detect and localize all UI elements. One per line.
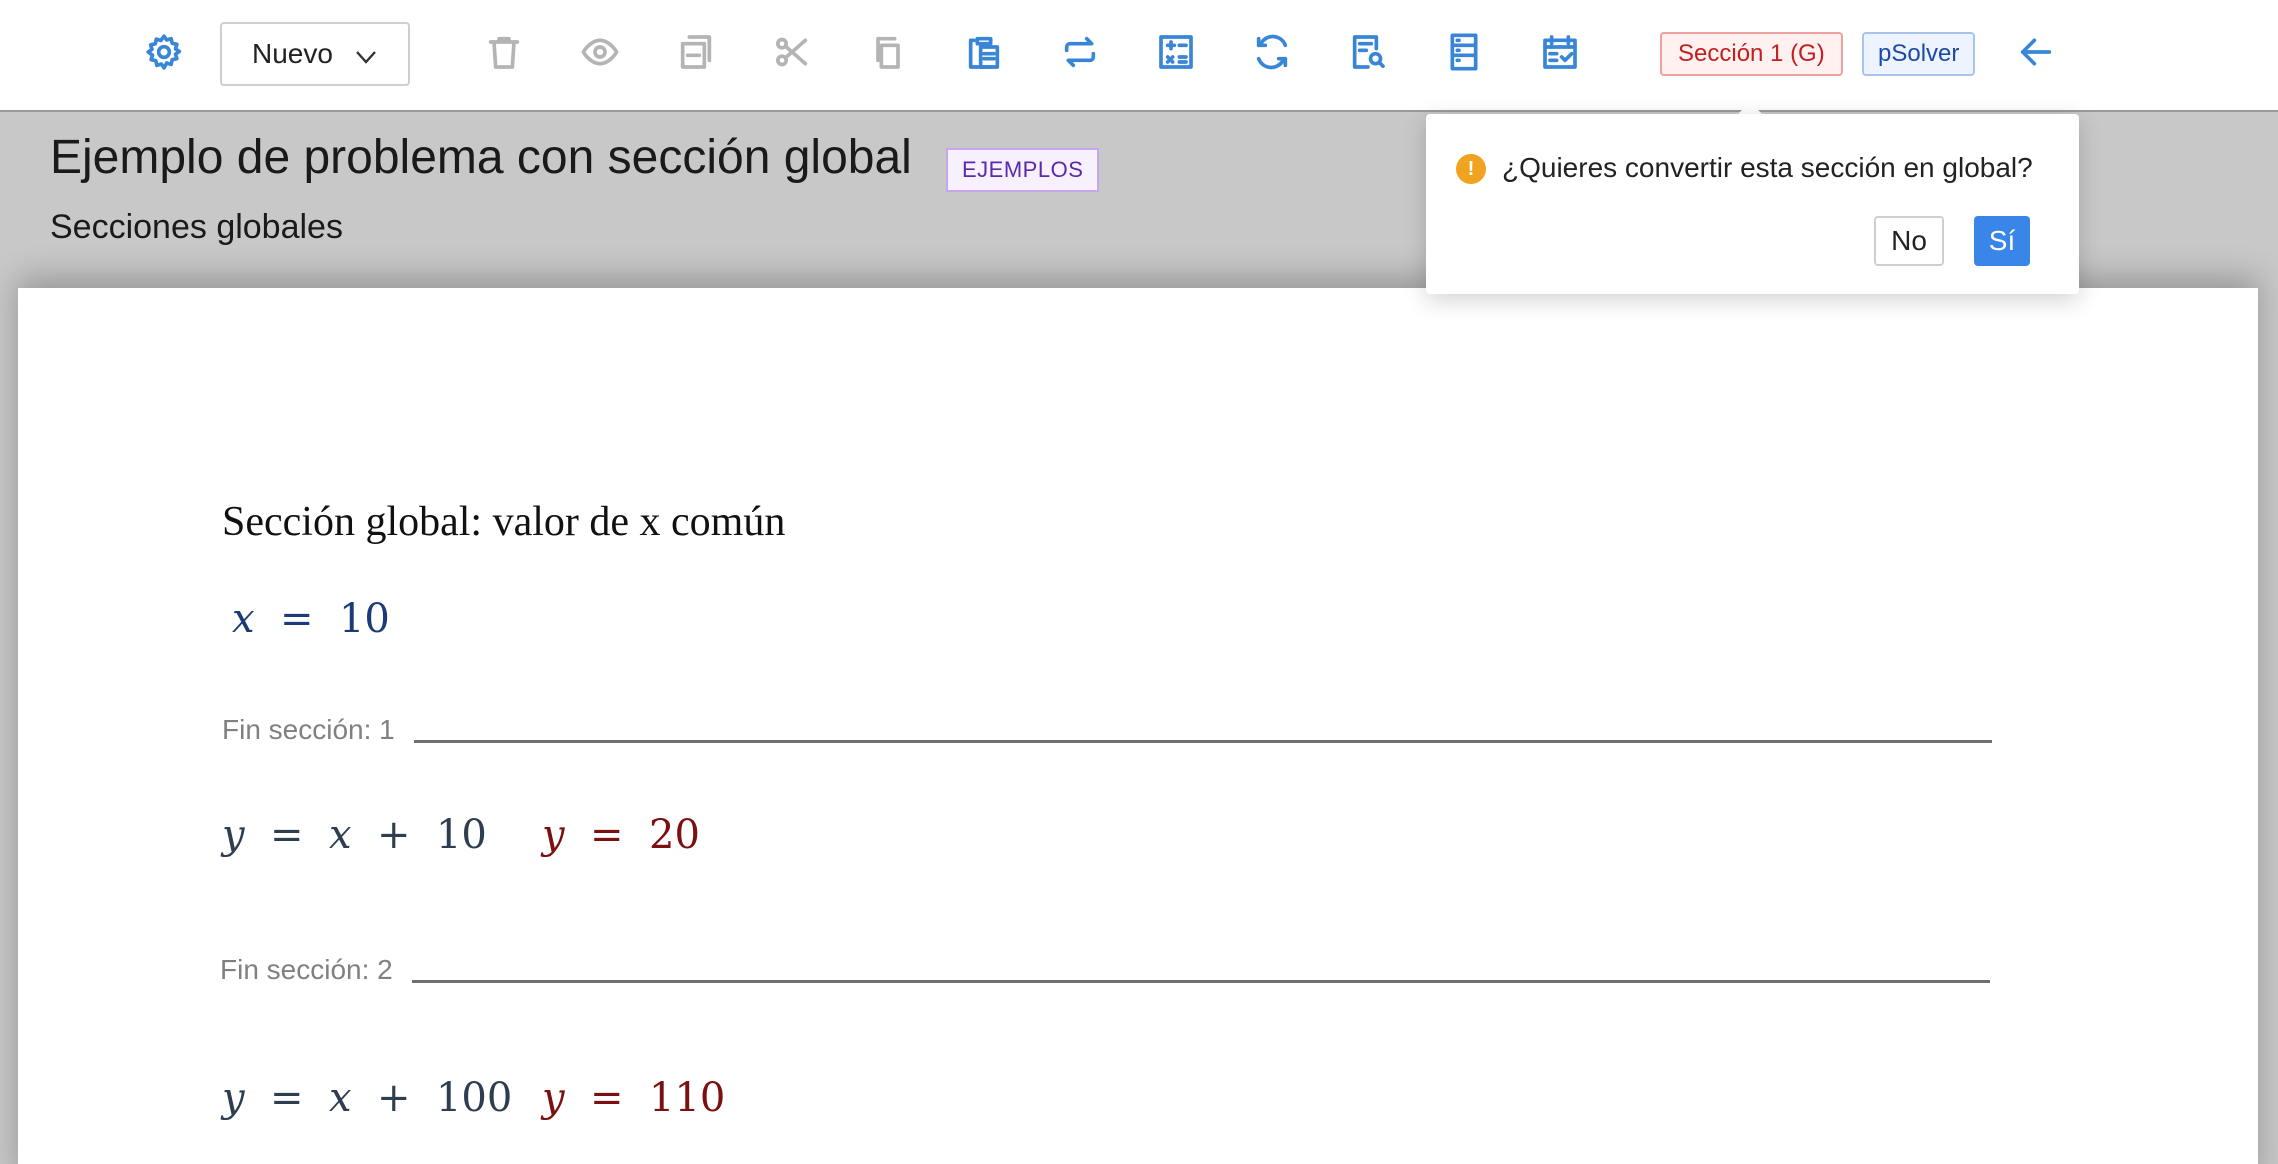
equation-lhs: x [232, 596, 255, 642]
result-value: 110 [649, 1075, 726, 1121]
equation-const: 100 [435, 1075, 513, 1121]
result-lhs: y [542, 1075, 565, 1121]
section-end-label: Fin sección: 1 [222, 714, 395, 745]
equation-result: y = 110 [542, 1075, 725, 1121]
settings-icon[interactable] [142, 30, 186, 74]
cut-icon[interactable] [770, 30, 814, 74]
arrow-left-icon[interactable] [2014, 30, 2058, 74]
section-divider [414, 740, 1992, 743]
popover-message: ¿Quieres convertir esta sección en globa… [1502, 152, 2033, 183]
page-subtitle: Secciones globales [50, 208, 343, 246]
page-title: Ejemplo de problema con sección global [50, 131, 912, 184]
yes-button[interactable]: Sí [1974, 216, 2030, 266]
chevron-down-icon [354, 44, 378, 68]
section-end-label: Fin sección: 2 [220, 954, 393, 985]
toolbar: Nuevo Sección 1 (G) pSolver [0, 0, 2278, 112]
calculator-icon[interactable] [1154, 30, 1198, 74]
equation-y[interactable]: y = x + 10 [222, 812, 487, 858]
equation-const: 10 [435, 812, 487, 858]
duplicate-icon[interactable] [674, 30, 718, 74]
inspect-document-icon[interactable] [1346, 30, 1390, 74]
equation-lhs: y [222, 1075, 245, 1121]
equation-lhs: y [222, 812, 245, 858]
refresh-icon[interactable] [1250, 30, 1294, 74]
section-badge[interactable]: Sección 1 (G) [1660, 32, 1843, 76]
section-divider [412, 980, 1990, 983]
equals-sign: = [267, 596, 327, 642]
delete-icon[interactable] [482, 30, 526, 74]
equation-var: x [329, 1075, 352, 1121]
warning-icon: ! [1456, 154, 1486, 184]
psolver-badge[interactable]: pSolver [1862, 32, 1976, 76]
section-title: Sección global: valor de x común [222, 499, 786, 545]
result-lhs: y [542, 812, 565, 858]
equation-var: x [329, 812, 352, 858]
new-dropdown-label: Nuevo [252, 38, 333, 69]
confirm-popover: ! ¿Quieres convertir esta sección en glo… [1426, 114, 2079, 294]
plus-sign: + [364, 812, 424, 858]
equation-x[interactable]: x = 10 [232, 596, 390, 642]
copy-icon[interactable] [866, 30, 910, 74]
repeat-icon[interactable] [1058, 30, 1102, 74]
equals-sign: = [257, 812, 317, 858]
result-value: 20 [649, 812, 700, 858]
equation-rhs: 10 [338, 596, 390, 642]
equals-sign: = [257, 1075, 317, 1121]
preview-icon[interactable] [578, 30, 622, 74]
plus-sign: + [364, 1075, 424, 1121]
calendar-check-icon[interactable] [1538, 30, 1582, 74]
category-tag[interactable]: EJEMPLOS [946, 148, 1100, 192]
no-button[interactable]: No [1874, 216, 1944, 266]
new-dropdown-button[interactable]: Nuevo [220, 22, 410, 86]
equals-sign: = [577, 812, 637, 858]
paste-icon[interactable] [962, 30, 1006, 74]
sections-icon[interactable] [1442, 30, 1486, 74]
equation-result: y = 20 [542, 812, 700, 858]
equals-sign: = [577, 1075, 637, 1121]
equation-y[interactable]: y = x + 100 [222, 1075, 512, 1121]
